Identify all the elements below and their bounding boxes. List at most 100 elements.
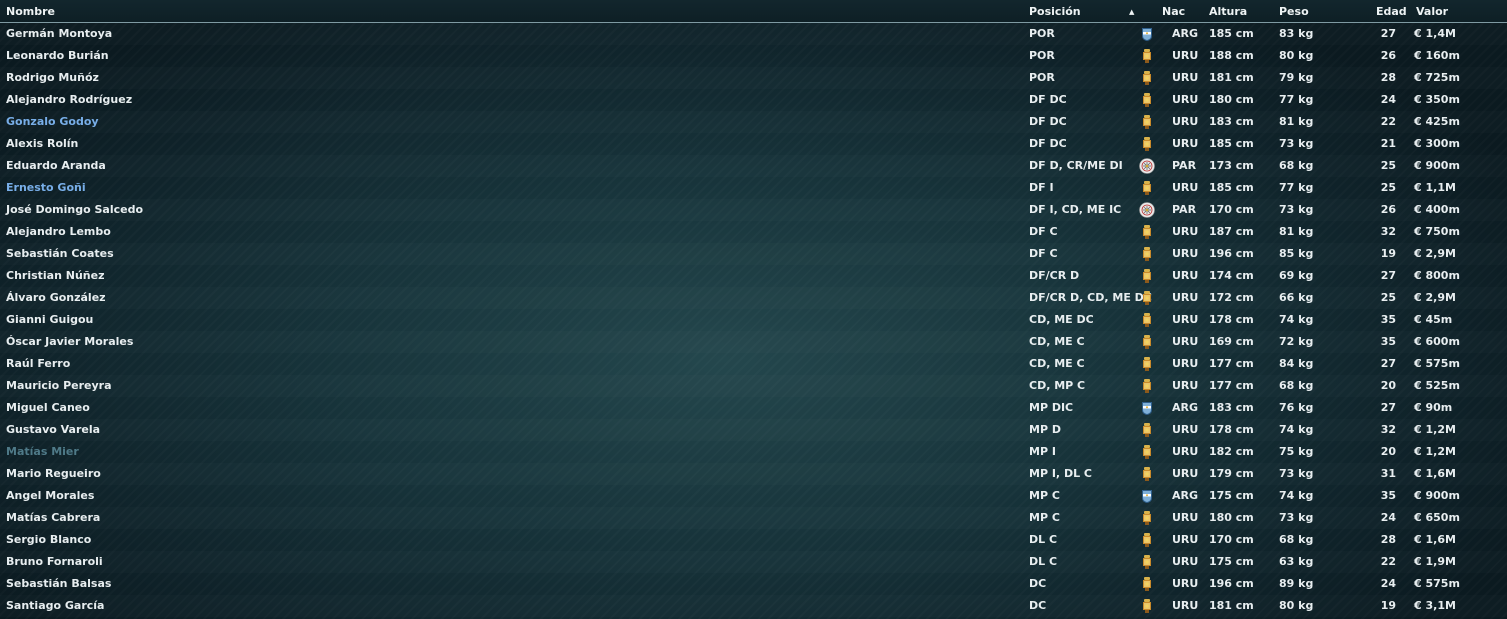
player-value: € 575m: [1414, 577, 1460, 590]
player-age: 22: [1380, 115, 1396, 128]
player-age: 26: [1380, 203, 1396, 216]
table-row[interactable]: Gustavo Varela MP D URU 178 cm 74 kg 32 …: [0, 419, 1507, 441]
table-row[interactable]: Gianni Guigou CD, ME DC URU 178 cm 74 kg…: [0, 309, 1507, 331]
uru-flag-icon: [1139, 312, 1155, 328]
player-nation: URU: [1172, 555, 1199, 568]
player-name[interactable]: Leonardo Burián: [6, 45, 109, 67]
player-name[interactable]: Gonzalo Godoy: [6, 111, 99, 133]
player-position: CD, ME DC: [1029, 313, 1094, 326]
player-name[interactable]: Raúl Ferro: [6, 353, 70, 375]
player-name[interactable]: Ernesto Goñi: [6, 177, 86, 199]
player-value: € 1,2M: [1414, 445, 1456, 458]
table-row[interactable]: Óscar Javier Morales CD, ME C URU 169 cm…: [0, 331, 1507, 353]
table-row[interactable]: Alejandro Lembo DF C URU 187 cm 81 kg 32…: [0, 221, 1507, 243]
player-name[interactable]: Mauricio Pereyra: [6, 375, 112, 397]
table-row[interactable]: Leonardo Burián POR URU 188 cm 80 kg 26 …: [0, 45, 1507, 67]
player-height: 173 cm: [1209, 159, 1254, 172]
table-row[interactable]: Álvaro González DF/CR D, CD, ME DC URU 1…: [0, 287, 1507, 309]
player-name[interactable]: Germán Montoya: [6, 23, 112, 45]
table-header: Nombre Posición ▲ Nac Altura Peso Edad V…: [0, 0, 1507, 23]
player-value: € 575m: [1414, 357, 1460, 370]
player-height: 169 cm: [1209, 335, 1254, 348]
column-header-height[interactable]: Altura: [1209, 0, 1247, 24]
player-position: DF DC: [1029, 93, 1067, 106]
player-height: 196 cm: [1209, 247, 1254, 260]
player-name[interactable]: Miguel Caneo: [6, 397, 90, 419]
player-age: 24: [1380, 511, 1396, 524]
column-header-position[interactable]: Posición: [1029, 0, 1081, 24]
column-header-age[interactable]: Edad: [1376, 0, 1407, 24]
player-name[interactable]: Rodrigo Muñóz: [6, 67, 99, 89]
player-name[interactable]: Álvaro González: [6, 287, 106, 309]
player-value: € 725m: [1414, 71, 1460, 84]
player-weight: 76 kg: [1279, 401, 1314, 414]
player-weight: 81 kg: [1279, 115, 1314, 128]
table-row[interactable]: Mario Regueiro MP I, DL C URU 179 cm 73 …: [0, 463, 1507, 485]
player-weight: 79 kg: [1279, 71, 1314, 84]
table-row[interactable]: Matías Cabrera MP C URU 180 cm 73 kg 24 …: [0, 507, 1507, 529]
table-row[interactable]: Sebastián Balsas DC URU 196 cm 89 kg 24 …: [0, 573, 1507, 595]
table-row[interactable]: Ernesto Goñi DF I URU 185 cm 77 kg 25 € …: [0, 177, 1507, 199]
player-name[interactable]: Gianni Guigou: [6, 309, 93, 331]
player-age: 20: [1380, 379, 1396, 392]
player-position: CD, ME C: [1029, 335, 1085, 348]
player-weight: 81 kg: [1279, 225, 1314, 238]
table-row[interactable]: Raúl Ferro CD, ME C URU 177 cm 84 kg 27 …: [0, 353, 1507, 375]
column-header-name[interactable]: Nombre: [6, 0, 55, 24]
table-row[interactable]: Alexis Rolín DF DC URU 185 cm 73 kg 21 €…: [0, 133, 1507, 155]
player-value: € 45m: [1414, 313, 1453, 326]
player-name[interactable]: Bruno Fornaroli: [6, 551, 103, 573]
player-name[interactable]: Sebastián Balsas: [6, 573, 111, 595]
player-name[interactable]: Sebastián Coates: [6, 243, 114, 265]
player-value: € 800m: [1414, 269, 1460, 282]
column-header-weight[interactable]: Peso: [1279, 0, 1309, 24]
player-nation: URU: [1172, 533, 1199, 546]
table-row[interactable]: Alejandro Rodríguez DF DC URU 180 cm 77 …: [0, 89, 1507, 111]
player-name[interactable]: Matías Cabrera: [6, 507, 100, 529]
player-name[interactable]: Matías Mier: [6, 441, 79, 463]
player-nation: URU: [1172, 335, 1199, 348]
player-position: DF DC: [1029, 115, 1067, 128]
player-position: POR: [1029, 49, 1055, 62]
player-age: 35: [1380, 489, 1396, 502]
table-row[interactable]: Mauricio Pereyra CD, MP C URU 177 cm 68 …: [0, 375, 1507, 397]
player-name[interactable]: Alexis Rolín: [6, 133, 78, 155]
player-position: DF DC: [1029, 137, 1067, 150]
table-row[interactable]: José Domingo Salcedo DF I, CD, ME IC PAR…: [0, 199, 1507, 221]
table-row[interactable]: Germán Montoya POR ARG 185 cm 83 kg 27 €…: [0, 23, 1507, 45]
player-name[interactable]: Óscar Javier Morales: [6, 331, 133, 353]
player-name[interactable]: José Domingo Salcedo: [6, 199, 143, 221]
player-age: 24: [1380, 93, 1396, 106]
player-position: DF C: [1029, 247, 1058, 260]
table-row[interactable]: Gonzalo Godoy DF DC URU 183 cm 81 kg 22 …: [0, 111, 1507, 133]
player-name[interactable]: Alejandro Lembo: [6, 221, 111, 243]
player-value: € 300m: [1414, 137, 1460, 150]
table-row[interactable]: Sergio Blanco DL C URU 170 cm 68 kg 28 €…: [0, 529, 1507, 551]
player-name[interactable]: Santiago García: [6, 595, 104, 617]
player-nation: PAR: [1172, 159, 1197, 172]
table-row[interactable]: Sebastián Coates DF C URU 196 cm 85 kg 1…: [0, 243, 1507, 265]
table-row[interactable]: Christian Núñez DF/CR D URU 174 cm 69 kg…: [0, 265, 1507, 287]
table-row[interactable]: Matías Mier MP I URU 182 cm 75 kg 20 € 1…: [0, 441, 1507, 463]
player-age: 27: [1380, 269, 1396, 282]
table-row[interactable]: Angel Morales MP C ARG 175 cm 74 kg 35 €…: [0, 485, 1507, 507]
column-header-value[interactable]: Valor: [1416, 0, 1448, 24]
player-height: 180 cm: [1209, 511, 1254, 524]
table-row[interactable]: Santiago García DC URU 181 cm 80 kg 19 €…: [0, 595, 1507, 617]
player-weight: 63 kg: [1279, 555, 1314, 568]
table-row[interactable]: Miguel Caneo MP DIC ARG 183 cm 76 kg 27 …: [0, 397, 1507, 419]
player-name[interactable]: Sergio Blanco: [6, 529, 91, 551]
player-name[interactable]: Gustavo Varela: [6, 419, 100, 441]
player-height: 174 cm: [1209, 269, 1254, 282]
player-name[interactable]: Christian Núñez: [6, 265, 105, 287]
table-row[interactable]: Rodrigo Muñóz POR URU 181 cm 79 kg 28 € …: [0, 67, 1507, 89]
player-name[interactable]: Eduardo Aranda: [6, 155, 106, 177]
player-height: 183 cm: [1209, 115, 1254, 128]
player-name[interactable]: Angel Morales: [6, 485, 94, 507]
player-name[interactable]: Alejandro Rodríguez: [6, 89, 132, 111]
table-row[interactable]: Bruno Fornaroli DL C URU 175 cm 63 kg 22…: [0, 551, 1507, 573]
column-header-nation[interactable]: Nac: [1162, 0, 1185, 24]
player-weight: 85 kg: [1279, 247, 1314, 260]
player-name[interactable]: Mario Regueiro: [6, 463, 101, 485]
table-row[interactable]: Eduardo Aranda DF D, CR/ME DI PAR 173 cm…: [0, 155, 1507, 177]
